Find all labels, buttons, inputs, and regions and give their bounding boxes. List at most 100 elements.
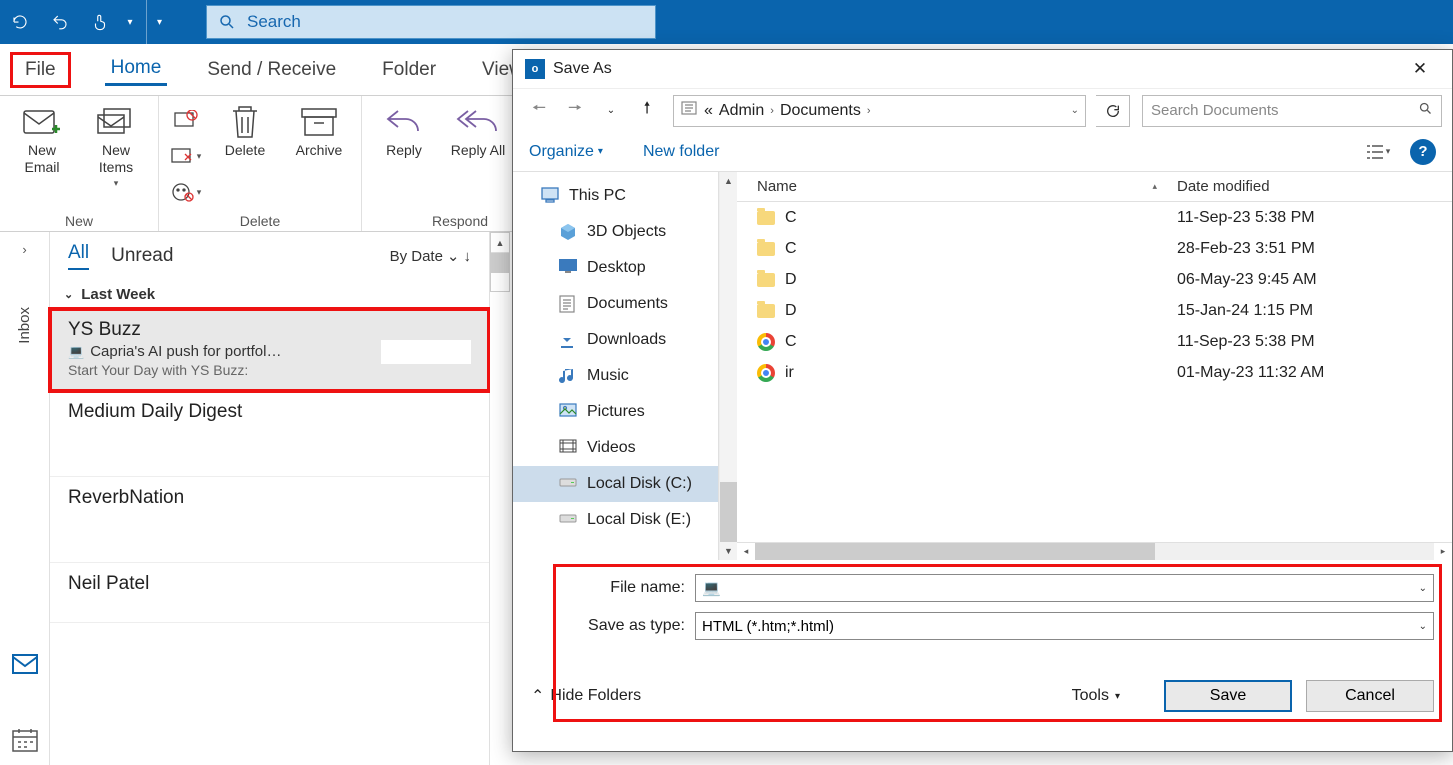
message-list: All Unread By Date ⌄ ↓ ⌄ Last Week YS Bu… (50, 232, 490, 765)
help-button[interactable]: ? (1410, 139, 1436, 165)
refresh-icon[interactable] (0, 0, 40, 44)
breadcrumb-ellipsis[interactable]: « (704, 102, 713, 120)
tab-send-receive[interactable]: Send / Receive (201, 55, 342, 85)
tree-node-music[interactable]: Music (513, 358, 718, 394)
expand-rail-icon[interactable]: › (22, 242, 26, 257)
qat-more-icon[interactable]: ▾ (120, 0, 140, 44)
calendar-icon[interactable] (11, 727, 39, 753)
ignore-icon[interactable] (169, 106, 203, 134)
tab-home[interactable]: Home (105, 53, 168, 86)
scroll-up-icon[interactable]: ▲ (720, 172, 737, 190)
group-header[interactable]: ⌄ Last Week (50, 280, 489, 309)
refresh-button[interactable] (1096, 95, 1130, 127)
tree-node-local-disk-e-[interactable]: Local Disk (E:) (513, 502, 718, 538)
file-name-label: File name: (531, 579, 695, 597)
archive-button[interactable]: Archive (287, 102, 351, 159)
up-button[interactable]: 🠕 (631, 95, 663, 127)
scroll-thumb[interactable] (720, 482, 737, 542)
tree-node-this-pc[interactable]: This PC (513, 178, 718, 214)
file-row[interactable]: C11-Sep-23 5:38 PM (737, 326, 1452, 357)
chevron-down-icon: ▾ (1386, 146, 1391, 157)
back-button[interactable]: 🠔 (523, 95, 555, 127)
save-type-field[interactable]: HTML (*.htm;*.html) ⌄ (695, 612, 1434, 640)
junk-icon[interactable]: ▾ (169, 178, 203, 206)
filter-all[interactable]: All (68, 242, 89, 270)
touch-mode-icon[interactable] (80, 0, 120, 44)
scroll-thumb[interactable] (491, 253, 509, 273)
message-item-1[interactable]: Medium Daily Digest (50, 391, 489, 477)
mail-icon[interactable] (11, 651, 39, 677)
chevron-down-icon[interactable]: ⌄ (1419, 621, 1427, 632)
new-email-button[interactable]: New Email (10, 102, 74, 176)
scroll-right-icon[interactable]: ▸ (1434, 546, 1452, 557)
tree-node-3d-objects[interactable]: 3D Objects (513, 214, 718, 250)
tools-button[interactable]: Tools ▾ (1072, 687, 1120, 705)
tree-node-videos[interactable]: Videos (513, 430, 718, 466)
view-mode-button[interactable]: ▾ (1358, 138, 1398, 166)
envelope-plus-icon (20, 102, 64, 142)
search-box[interactable] (206, 5, 656, 39)
file-row[interactable]: ir01-May-23 11:32 AM (737, 357, 1452, 388)
ribbon-group-new: New Email New Items ▾ New (0, 96, 159, 231)
save-button[interactable]: Save (1164, 680, 1292, 712)
search-input[interactable] (247, 12, 655, 32)
cancel-button[interactable]: Cancel (1306, 680, 1434, 712)
sender: YS Buzz (68, 319, 471, 341)
scroll-thumb[interactable] (755, 543, 1155, 560)
new-folder-button[interactable]: New folder (643, 143, 719, 161)
chevron-right-icon[interactable]: › (770, 105, 774, 117)
envelopes-icon (94, 102, 138, 142)
filter-unread[interactable]: Unread (111, 245, 173, 267)
message-item-3[interactable]: Neil Patel (50, 563, 489, 623)
message-item-2[interactable]: ReverbNation (50, 477, 489, 563)
message-item-0[interactable]: YS Buzz 💻Capria's AI push for portfol… S… (50, 309, 489, 391)
scroll-down-icon[interactable]: ▼ (720, 542, 737, 560)
scrollbar[interactable]: ▲ (490, 232, 510, 292)
undo-icon[interactable] (40, 0, 80, 44)
chevron-down-icon[interactable]: ⌄ (1419, 583, 1427, 594)
new-items-button[interactable]: New Items ▾ (84, 102, 148, 188)
dialog-search-input[interactable] (1151, 102, 1418, 119)
reply-button[interactable]: Reply (372, 102, 436, 159)
delete-button[interactable]: Delete (213, 102, 277, 159)
tree-node-local-disk-c-[interactable]: Local Disk (C:) (513, 466, 718, 502)
chevron-right-icon[interactable]: › (867, 105, 871, 117)
dialog-search[interactable] (1142, 95, 1442, 127)
tree-label: Videos (587, 439, 636, 457)
file-row[interactable]: C11-Sep-23 5:38 PM (737, 202, 1452, 233)
tree-scrollbar[interactable]: ▲ ▼ (719, 172, 737, 560)
tree-node-downloads[interactable]: Downloads (513, 322, 718, 358)
tree-label: Desktop (587, 259, 646, 277)
file-name-field[interactable]: 💻 ⌄ (695, 574, 1434, 602)
breadcrumb-seg2[interactable]: Documents (780, 102, 861, 120)
tree-node-desktop[interactable]: Desktop (513, 250, 718, 286)
tab-folder[interactable]: Folder (376, 55, 442, 85)
reply-all-button[interactable]: Reply All (446, 102, 510, 159)
tab-file[interactable]: File (10, 52, 71, 88)
tree-label: Local Disk (E:) (587, 511, 691, 529)
close-button[interactable]: ✕ (1400, 54, 1440, 84)
file-row[interactable]: D06-May-23 9:45 AM (737, 264, 1452, 295)
organize-button[interactable]: Organize▾ (529, 143, 603, 161)
group-label-respond: Respond (432, 213, 488, 229)
file-row[interactable]: D15-Jan-24 1:15 PM (737, 295, 1452, 326)
inbox-label[interactable]: Inbox (16, 307, 33, 344)
file-row[interactable]: C28-Feb-23 3:51 PM (737, 233, 1452, 264)
pc-icon (541, 187, 559, 205)
qat-overflow-icon[interactable]: ▾ (146, 0, 166, 44)
address-bar[interactable]: « Admin › Documents › ⌄ (673, 95, 1086, 127)
scroll-left-icon[interactable]: ◂ (737, 546, 755, 557)
tree-node-pictures[interactable]: Pictures (513, 394, 718, 430)
cleanup-icon[interactable]: ▾ (169, 142, 203, 170)
breadcrumb-seg1[interactable]: Admin (719, 102, 764, 120)
save-type-label: Save as type: (531, 617, 695, 635)
file-hscrollbar[interactable]: ◂ ▸ (737, 542, 1452, 560)
col-date-header[interactable]: Date modified (1167, 178, 1452, 195)
scroll-up-icon[interactable]: ▲ (491, 233, 509, 253)
recent-dropdown[interactable]: ⌄ (595, 95, 627, 127)
tree-node-documents[interactable]: Documents (513, 286, 718, 322)
sort-button[interactable]: By Date ⌄ ↓ (390, 247, 471, 265)
col-name-header[interactable]: Name ▴ (737, 178, 1167, 195)
address-dropdown-icon[interactable]: ⌄ (1071, 105, 1079, 116)
hide-folders-button[interactable]: ⌃ Hide Folders (531, 686, 641, 706)
